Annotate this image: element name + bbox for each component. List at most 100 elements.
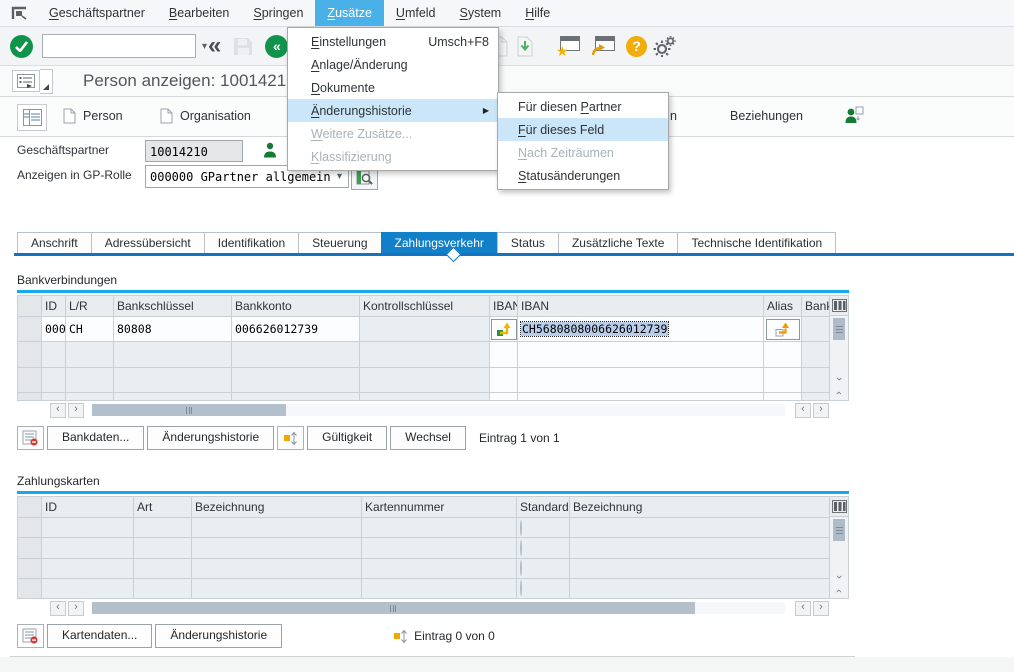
save-icon[interactable] — [233, 37, 253, 56]
window-menu-icon[interactable] — [0, 0, 37, 26]
menu-zusaetze[interactable]: Zusätze — [315, 0, 383, 26]
locator-toggle-icon[interactable] — [17, 104, 47, 131]
create-shortcut-icon[interactable] — [591, 34, 616, 58]
submenu-item-nach-zeitraeumen[interactable]: Nach Zeiträumen — [498, 141, 668, 164]
aenderungshistorie-submenu: Für diesen Partner Für dieses Feld Nach … — [497, 92, 669, 190]
scroll-up-button[interactable]: › — [830, 570, 848, 584]
scroll-down-button[interactable]: › — [830, 584, 848, 598]
table-settings-icon[interactable] — [830, 296, 848, 316]
submenu-item-fuer-dieses-feld[interactable]: Für dieses Feld — [498, 118, 668, 141]
card-row-empty[interactable] — [18, 578, 830, 598]
card-row-empty[interactable] — [18, 518, 830, 538]
tab-zahlungsverkehr[interactable]: Zahlungsverkehr — [381, 232, 498, 254]
bank-vertical-scrollbar[interactable]: › › — [830, 295, 849, 401]
menu-hilfe[interactable]: Hilfe — [513, 0, 562, 26]
wechsel-button[interactable]: Wechsel — [390, 426, 466, 450]
cards-table: ID Art Bezeichnung Kartennummer Standard… — [17, 496, 830, 599]
menu-item-weitere-zusaetze[interactable]: Weitere Zusätze... — [288, 122, 498, 145]
scroll-left-button[interactable]: ‹ — [795, 601, 811, 616]
scroll-up-button[interactable]: › — [830, 372, 848, 386]
kartendaten-button[interactable]: Kartendaten... — [47, 624, 152, 648]
standard-radio[interactable] — [520, 540, 522, 556]
menu-umfeld[interactable]: Umfeld — [384, 0, 448, 26]
tab-steuerung[interactable]: Steuerung — [298, 232, 381, 254]
tab-technische-identifikation[interactable]: Technische Identifikation — [677, 232, 836, 254]
standard-radio[interactable] — [520, 560, 522, 576]
bank-row-clipped — [18, 392, 830, 400]
menu-item-aenderungshistorie[interactable]: Änderungshistorie▶ — [288, 99, 498, 122]
scroll-left-button[interactable]: ‹ — [795, 403, 811, 418]
cards-vertical-scrollbar[interactable]: › › — [830, 496, 849, 599]
enter-button[interactable] — [10, 35, 33, 58]
partial-button-text[interactable]: n — [670, 106, 677, 126]
chevron-down-icon[interactable]: ▾ — [202, 41, 207, 52]
cards-entry-count: Eintrag 0 von 0 — [414, 629, 495, 643]
scroll-thumb[interactable] — [833, 519, 845, 541]
page-down-icon[interactable] — [517, 34, 534, 58]
menu-item-anlage-aenderung[interactable]: Anlage/Änderung — [288, 53, 498, 76]
gp-role-label: Anzeigen in GP-Rolle — [17, 168, 132, 182]
bank-row-empty[interactable] — [18, 342, 830, 367]
organisation-button[interactable]: Organisation — [160, 106, 251, 126]
menu-bearbeiten[interactable]: Bearbeiten — [157, 0, 241, 26]
aenderungshistorie-button[interactable]: Änderungshistorie — [147, 426, 274, 450]
iban-generate-button[interactable] — [491, 319, 517, 340]
menu-item-klassifizierung[interactable]: Klassifizierung — [288, 145, 498, 168]
aenderungshistorie-button[interactable]: Änderungshistorie — [155, 624, 282, 648]
tab-adressuebersicht[interactable]: Adressübersicht — [91, 232, 205, 254]
alias-button[interactable] — [766, 319, 800, 340]
bank-control-key-cell — [360, 317, 490, 342]
submenu-item-fuer-diesen-partner[interactable]: Für diesen Partner — [498, 95, 668, 118]
scroll-thumb[interactable] — [833, 318, 845, 340]
scroll-right-button[interactable]: › — [813, 403, 829, 418]
command-field[interactable] — [43, 37, 202, 55]
new-session-star-icon[interactable]: ★ — [556, 34, 581, 58]
scroll-thumb[interactable] — [92, 404, 286, 416]
back-icon[interactable]: « — [208, 36, 221, 56]
bankdaten-button[interactable]: Bankdaten... — [47, 426, 144, 450]
bank-key-cell: 80808 — [114, 317, 232, 342]
exit-button[interactable]: « — [265, 35, 288, 58]
scroll-right-button[interactable]: › — [68, 403, 84, 418]
bank-row-1[interactable]: 0001 CH 80808 006626012739 CH56808080066… — [18, 317, 830, 342]
help-icon[interactable]: ? — [626, 34, 647, 58]
bank-details-button[interactable] — [17, 426, 44, 450]
scroll-left-button[interactable]: ‹ — [50, 403, 66, 418]
card-row-empty[interactable] — [18, 538, 830, 558]
tab-status[interactable]: Status — [497, 232, 559, 254]
scroll-right-button[interactable]: › — [813, 601, 829, 616]
menu-geschaeftspartner[interactable]: Geschäftspartner — [37, 0, 157, 26]
person-button[interactable]: Person — [63, 106, 123, 126]
bank-horizontal-scrollbar[interactable]: ‹ › ‹ › — [17, 402, 849, 418]
standard-radio[interactable] — [520, 520, 522, 536]
sort-button[interactable] — [277, 426, 304, 450]
gp-number-field[interactable] — [145, 140, 243, 162]
services-for-object-button[interactable] — [12, 70, 40, 92]
gp-label: Geschäftspartner — [17, 143, 109, 157]
scroll-thumb[interactable] — [92, 602, 695, 614]
gueltigkeit-button[interactable]: Gültigkeit — [307, 426, 387, 450]
tab-identifikation[interactable]: Identifikation — [204, 232, 299, 254]
menu-item-dokumente[interactable]: Dokumente — [288, 76, 498, 99]
bank-row-empty[interactable] — [18, 367, 830, 392]
scroll-right-button[interactable]: › — [68, 601, 84, 616]
scroll-left-button[interactable]: ‹ — [50, 601, 66, 616]
standard-radio[interactable] — [520, 580, 522, 596]
beziehungen-button[interactable]: Beziehungen — [730, 106, 803, 126]
iban-cell[interactable]: CH5680808006626012739 — [518, 317, 764, 342]
table-settings-icon[interactable] — [830, 497, 848, 517]
tab-zusaetzliche-texte[interactable]: Zusätzliche Texte — [558, 232, 679, 254]
submenu-item-statusaenderungen[interactable]: Statusänderungen — [498, 164, 668, 187]
tab-anschrift[interactable]: Anschrift — [17, 232, 92, 254]
customize-gears-icon[interactable] — [653, 34, 677, 58]
card-details-button[interactable] — [17, 624, 44, 648]
menu-system[interactable]: System — [448, 0, 514, 26]
cards-horizontal-scrollbar[interactable]: ‹ › ‹ › — [17, 600, 849, 616]
switch-partner-icon[interactable] — [845, 105, 865, 124]
card-row-empty[interactable] — [18, 558, 830, 578]
scroll-down-button[interactable]: › — [830, 386, 848, 400]
services-dropdown-icon[interactable] — [40, 69, 53, 94]
sort-updown-icon[interactable] — [393, 628, 408, 644]
menu-item-einstellungen[interactable]: EinstellungenUmsch+F8 — [288, 30, 498, 53]
menu-springen[interactable]: Springen — [241, 0, 315, 26]
